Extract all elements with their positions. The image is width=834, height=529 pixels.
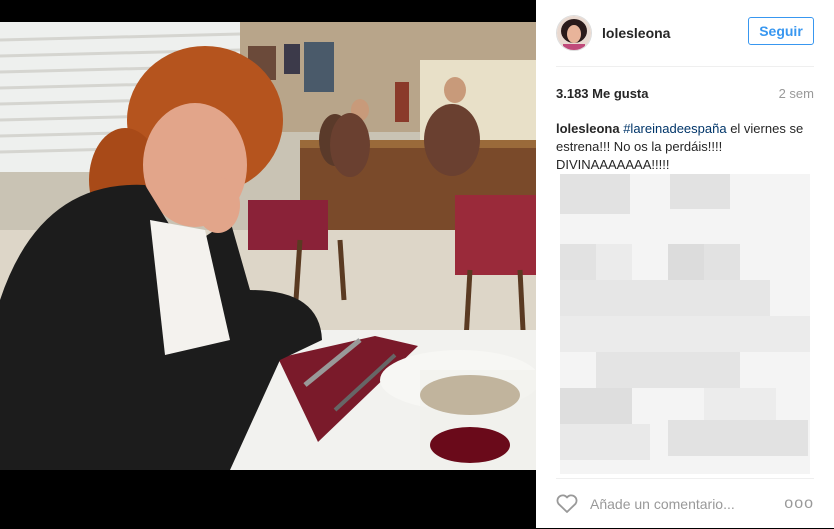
post-header: lolesleona Seguir (556, 0, 814, 67)
instagram-post-modal: lolesleona Seguir 3.183 Me gusta 2 sem l… (0, 0, 834, 528)
heart-icon[interactable] (556, 494, 578, 514)
caption-hashtag[interactable]: #lareinadeespaña (623, 121, 726, 136)
likes-row: 3.183 Me gusta 2 sem (556, 86, 814, 101)
follow-button[interactable]: Seguir (748, 17, 814, 45)
username[interactable]: lolesleona (602, 25, 670, 41)
comment-input[interactable]: Añade un comentario... (590, 496, 784, 512)
post-time[interactable]: 2 sem (779, 86, 814, 101)
likes-count[interactable]: 3.183 Me gusta (556, 86, 649, 101)
post-footer: Añade un comentario... ooo (556, 478, 814, 529)
caption: lolesleona #lareinadeespaña el viernes s… (556, 120, 814, 174)
more-options-icon[interactable]: ooo (784, 495, 814, 513)
avatar[interactable] (556, 15, 592, 51)
post-photo[interactable] (0, 0, 536, 528)
pixelated-comments (560, 174, 810, 479)
caption-username[interactable]: lolesleona (556, 121, 620, 136)
